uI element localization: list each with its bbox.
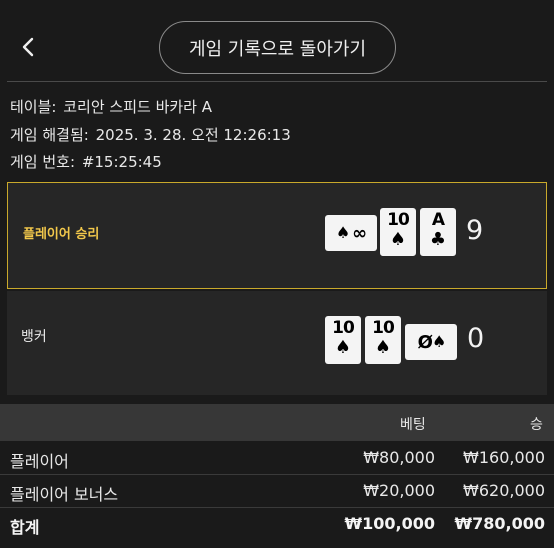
- resolved-info: 게임 해결됨: 2025. 3. 28. 오전 12:26:13: [10, 124, 291, 145]
- row-name: 플레이어: [10, 452, 69, 471]
- table-row: 플레이어 ₩80,000 ₩160,000: [0, 442, 554, 474]
- player-score: 9: [466, 215, 484, 246]
- banker-result-panel: 뱅커 10 ♠ 10 ♠ Ø ♠ 0: [7, 291, 547, 395]
- card-suit: ♣: [429, 229, 447, 250]
- player-result-label: 플레이어 승리: [23, 227, 100, 242]
- player-card-3: ♠ ∞: [325, 215, 377, 251]
- row-name: 플레이어 보너스: [10, 485, 119, 504]
- banker-card-3: Ø ♠: [405, 324, 457, 360]
- card-rank: Ø: [417, 331, 433, 353]
- card-rank: 10: [332, 318, 355, 338]
- game-number-value: #15:25:45: [81, 153, 162, 171]
- back-button[interactable]: [18, 33, 40, 61]
- banker-result-label: 뱅커: [21, 329, 47, 345]
- header: 게임 기록으로 돌아가기: [0, 0, 554, 80]
- banker-card-2: 10 ♠: [365, 316, 401, 364]
- table-label: 테이블:: [10, 98, 57, 116]
- chevron-left-icon: [22, 37, 34, 57]
- card-suit: ♠: [389, 229, 407, 250]
- win-column-header: 승: [530, 417, 543, 433]
- bet-column-header: 베팅: [400, 417, 426, 433]
- table-info: 테이블: 코리안 스피드 바카라 A: [10, 96, 212, 117]
- header-divider: [7, 81, 547, 82]
- row-win: ₩160,000: [463, 448, 545, 467]
- player-result-panel: 플레이어 승리 ♠ ∞ 10 ♠ A ♣ 9: [7, 182, 547, 289]
- card-suit: ♠: [374, 337, 392, 358]
- card-suit: ♠: [334, 337, 352, 358]
- row-bet: ₩80,000: [363, 448, 435, 467]
- card-rank: 10: [372, 318, 395, 338]
- card-rank: A: [431, 210, 445, 230]
- card-rank: 10: [387, 210, 410, 230]
- resolved-label: 게임 해결됨:: [10, 126, 89, 144]
- total-label: 합계: [10, 518, 40, 537]
- total-row: 합계 ₩100,000 ₩780,000: [0, 508, 554, 540]
- player-card-2: A ♣: [420, 208, 456, 256]
- table-row: 플레이어 보너스 ₩20,000 ₩620,000: [0, 475, 554, 507]
- resolved-value: 2025. 3. 28. 오전 12:26:13: [95, 126, 291, 144]
- card-suit: ♠: [431, 332, 447, 351]
- table-value: 코리안 스피드 바카라 A: [63, 98, 213, 116]
- bet-table-header: 베팅 승: [0, 404, 554, 441]
- game-number-info: 게임 번호: #15:25:45: [10, 151, 162, 172]
- total-bet: ₩100,000: [344, 514, 435, 533]
- row-bet: ₩20,000: [363, 481, 435, 500]
- return-to-history-button[interactable]: 게임 기록으로 돌아가기: [159, 21, 396, 74]
- total-win: ₩780,000: [454, 514, 545, 533]
- game-number-label: 게임 번호:: [10, 153, 76, 171]
- row-win: ₩620,000: [463, 481, 545, 500]
- card-suit: ♠: [335, 223, 351, 242]
- banker-score: 0: [467, 323, 485, 354]
- card-rank: ∞: [352, 222, 367, 244]
- player-card-1: 10 ♠: [380, 208, 416, 256]
- banker-card-1: 10 ♠: [325, 316, 361, 364]
